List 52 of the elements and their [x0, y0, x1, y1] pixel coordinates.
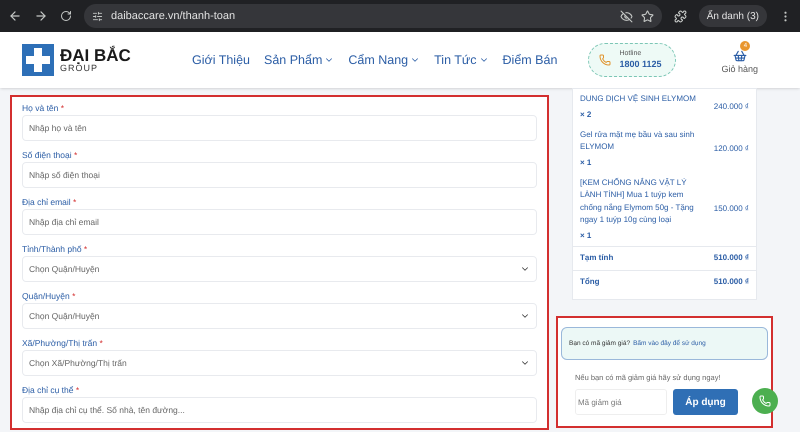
- nav-link[interactable]: Sản Phẩm: [264, 50, 334, 70]
- select-field[interactable]: Chọn Quận/Huyện: [22, 256, 537, 282]
- field-label: Số điện thoại *: [22, 149, 78, 162]
- cart-label: Giỏ hàng: [721, 63, 758, 76]
- text-field[interactable]: Nhập số điện thoại: [22, 162, 537, 188]
- text-field[interactable]: Nhập địa chỉ email: [22, 209, 537, 235]
- product-price: 120.000 ₫: [714, 142, 749, 154]
- extensions-icon[interactable]: [674, 10, 687, 22]
- coupon-code-field[interactable]: Mã giảm giá: [575, 389, 667, 416]
- apply-button[interactable]: Áp dụng: [673, 389, 738, 416]
- forward-icon[interactable]: [34, 9, 48, 23]
- logo-cross-icon: [22, 44, 54, 76]
- nav-link[interactable]: Tin Tức: [434, 50, 489, 70]
- product-name: Gel rửa mặt mẹ bầu và sau sinh ELYMOM: [580, 128, 696, 153]
- logo-name: ĐẠI BẮC: [60, 47, 131, 64]
- text-field[interactable]: Nhập họ và tên: [22, 115, 537, 141]
- total-label: Tổng: [580, 276, 600, 288]
- hotline-number: 1800 1125: [619, 58, 662, 70]
- phone-icon: [759, 395, 771, 407]
- product-price: 240.000 ₫: [714, 100, 749, 113]
- select-field[interactable]: Chọn Xã/Phường/Thị trấn: [22, 350, 537, 376]
- site-settings-icon[interactable]: [92, 10, 103, 22]
- product-quantity: × 1: [580, 230, 592, 242]
- field-label: Xã/Phường/Thị trấn *: [22, 337, 104, 350]
- field-label: Địa chỉ cụ thể *: [22, 384, 80, 397]
- total-label: Tạm tính: [580, 252, 614, 264]
- product-price: 150.000 ₫: [714, 203, 749, 215]
- profile-button[interactable]: Ẩn danh (3): [698, 5, 767, 27]
- bookmark-star-icon[interactable]: [640, 10, 654, 22]
- url-text: daibaccare.vn/thanh-toan: [111, 8, 236, 24]
- product-name: [KEM CHỐNG NẮNG VẬT LÝ LÀNH TÍNH] Mua 1 tuýp kem chống nắng Elymom 50g - Tặng ngay 1 tuýp 10g cùng loại: [580, 176, 695, 226]
- field-label: Họ và tên *: [22, 102, 66, 115]
- product-quantity: × 2: [580, 108, 592, 120]
- product-quantity: × 1: [580, 156, 592, 168]
- total-value: 510.000 ₫: [714, 252, 749, 264]
- back-icon[interactable]: [8, 9, 22, 23]
- nav-link[interactable]: Giới Thiệu: [192, 50, 250, 70]
- eye-slash-icon[interactable]: [620, 10, 633, 22]
- basket-icon: [732, 49, 747, 64]
- field-label: Địa chỉ email *: [22, 196, 78, 209]
- phone-icon: [599, 54, 612, 66]
- product-name: DUNG DỊCH VỆ SINH ELYMOM: [580, 93, 697, 105]
- text-field[interactable]: Nhập địa chỉ cụ thể. Số nhà, tên đường...: [22, 397, 537, 423]
- logo-subtitle: GROUP: [60, 64, 100, 73]
- total-value: 510.000 ₫: [714, 276, 749, 288]
- nav-link[interactable]: Điểm Bán: [502, 50, 558, 70]
- select-field[interactable]: Chọn Quận/Huyện: [22, 303, 537, 329]
- field-label: Tỉnh/Thành phố *: [22, 243, 88, 256]
- field-label: Quận/Huyện *: [22, 290, 76, 303]
- reload-icon[interactable]: [60, 10, 72, 22]
- address-bar[interactable]: daibaccare.vn/thanh-toan: [84, 4, 662, 28]
- nav-link[interactable]: Cẩm Nang: [348, 50, 420, 70]
